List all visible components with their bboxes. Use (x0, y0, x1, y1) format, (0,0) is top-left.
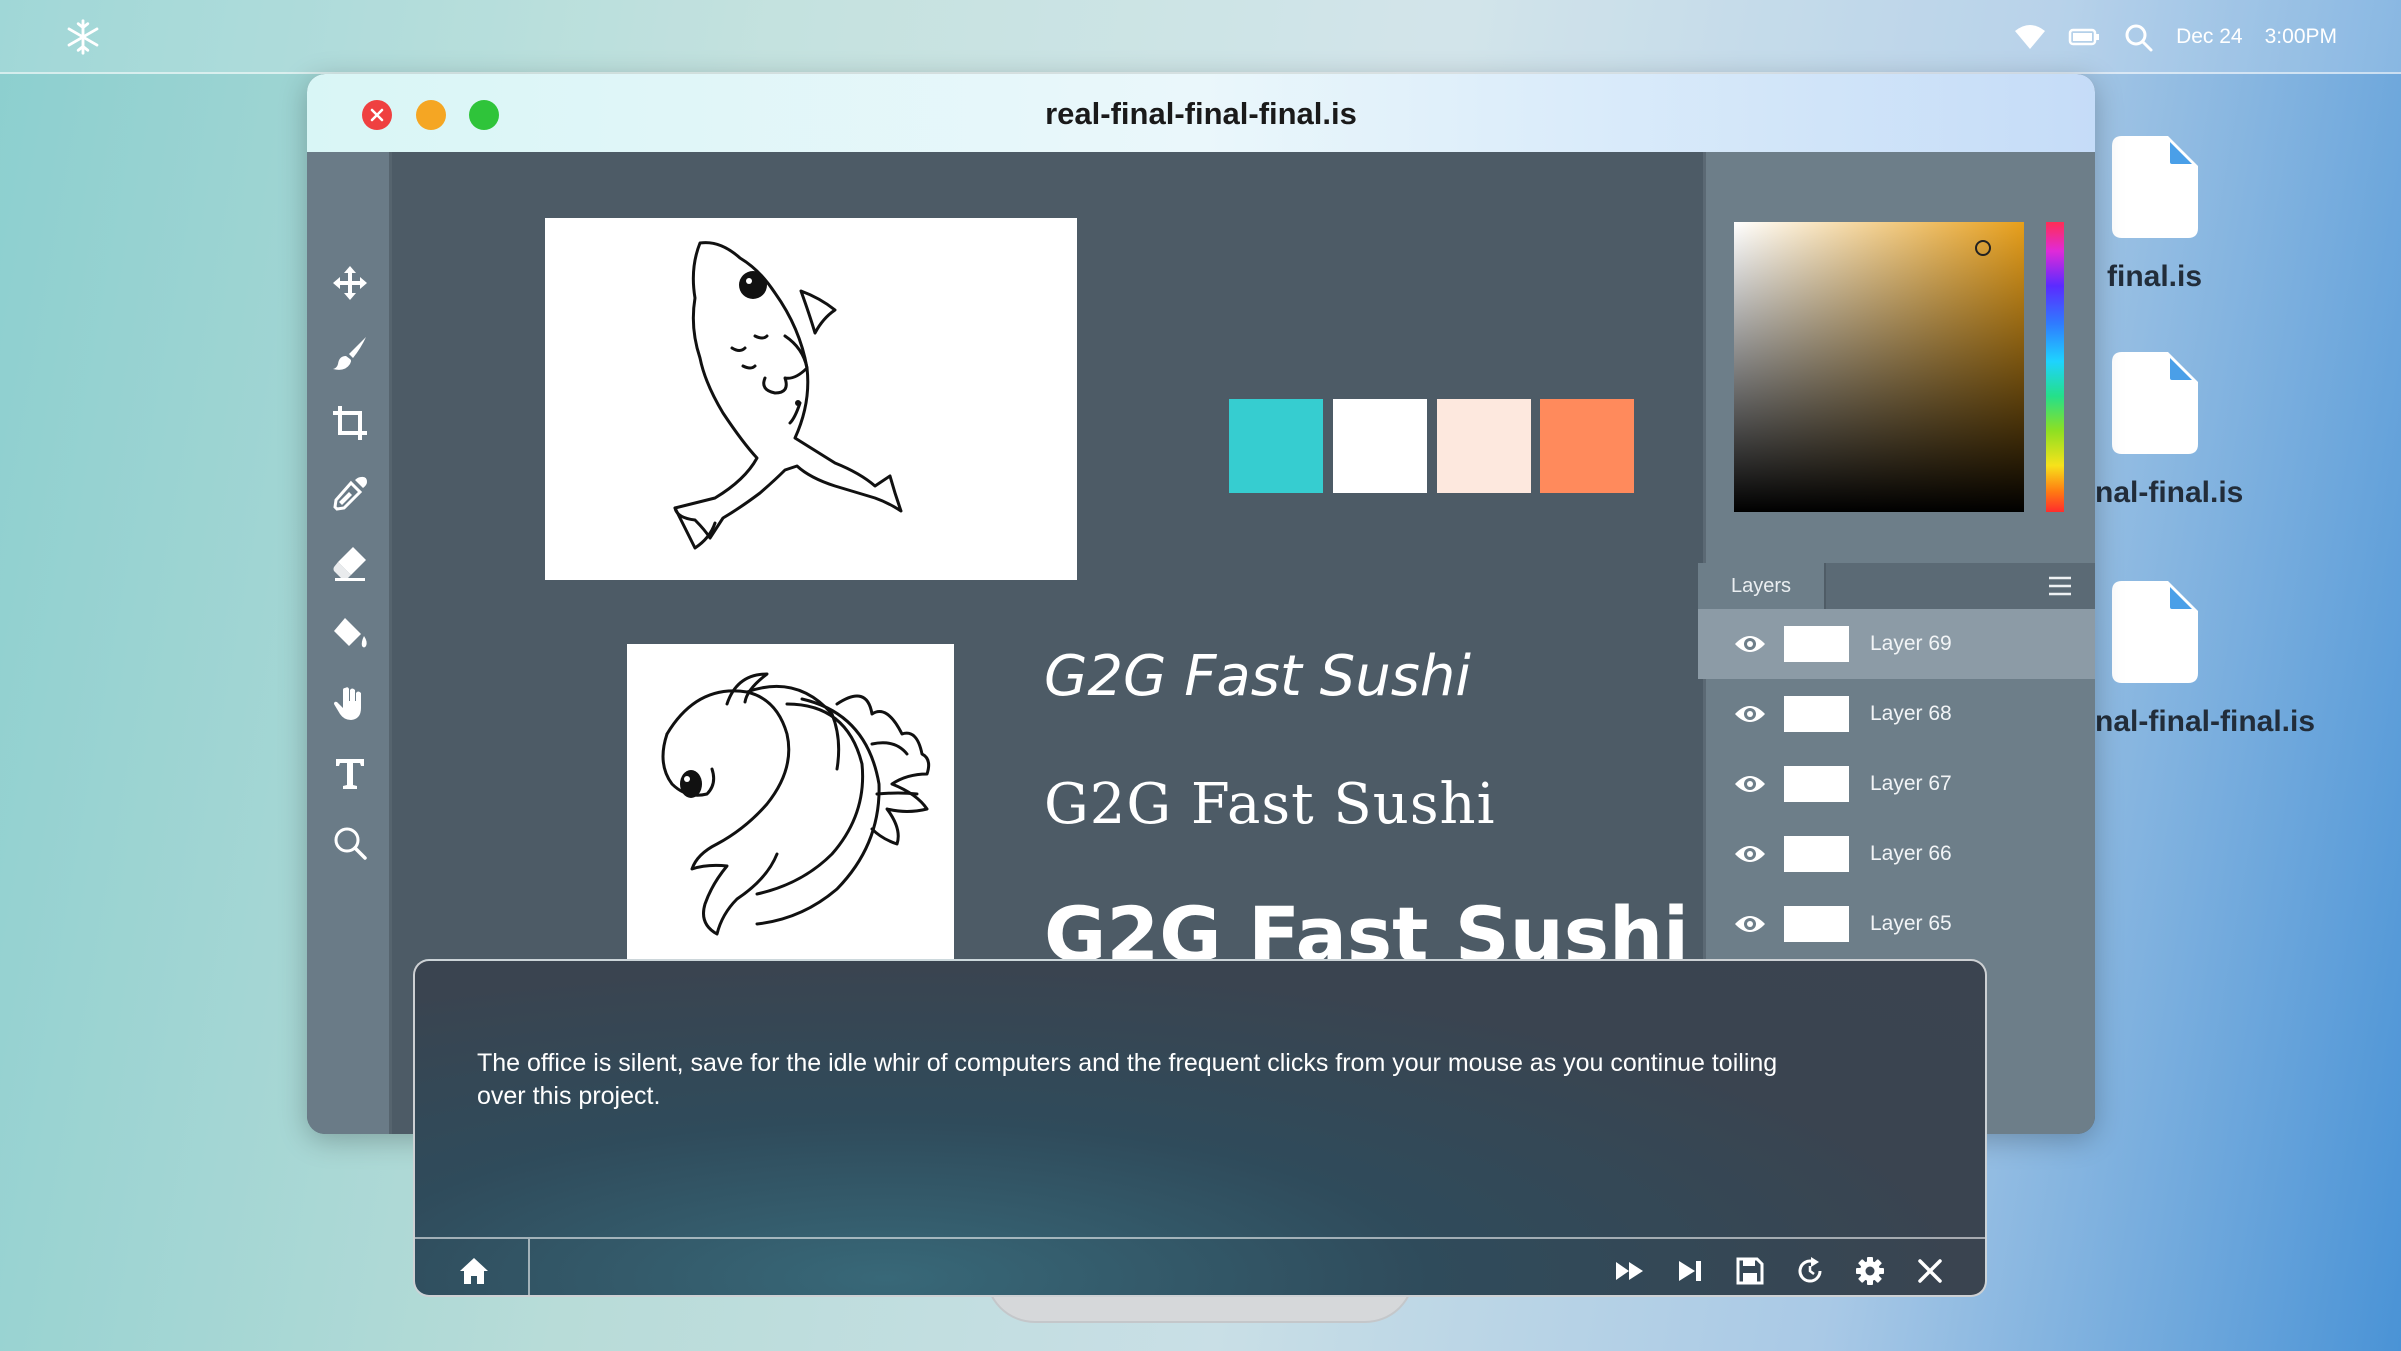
zoom-icon[interactable] (331, 824, 369, 862)
menubar: Dec 24 3:00PM (0, 0, 2401, 74)
layer-row[interactable]: Layer 69 (1698, 609, 2095, 679)
layer-name: Layer 67 (1870, 772, 1952, 795)
menubar-tray: Dec 24 3:00PM (2014, 0, 2401, 74)
fish-running-illustration (673, 241, 903, 550)
dialogue-controls (415, 1237, 1985, 1295)
text-icon[interactable] (331, 754, 369, 792)
snowflake-icon[interactable] (64, 18, 102, 56)
save-icon[interactable] (1735, 1256, 1765, 1286)
layers-tab[interactable]: Layers (1698, 563, 1826, 609)
layers-menu-icon[interactable] (2048, 574, 2072, 598)
eraser-icon[interactable] (331, 544, 369, 582)
controls-divider (528, 1239, 530, 1295)
wifi-icon[interactable] (2014, 21, 2046, 53)
document-icon (2112, 352, 2198, 454)
paint-bucket-icon[interactable] (331, 614, 369, 652)
layer-thumbnail (1784, 766, 1849, 802)
layer-name: Layer 68 (1870, 702, 1952, 725)
settings-icon[interactable] (1855, 1256, 1885, 1286)
layer-row[interactable]: Layer 67 (1698, 749, 2095, 819)
move-icon[interactable] (331, 264, 369, 302)
dialogue-box[interactable]: The office is silent, save for the idle … (413, 959, 1987, 1297)
window-title: real-final-final-final.is (1045, 96, 1357, 131)
eye-icon[interactable] (1734, 912, 1766, 936)
eye-icon[interactable] (1734, 632, 1766, 656)
layer-name: Layer 66 (1870, 842, 1952, 865)
layer-thumbnail (1784, 836, 1849, 872)
tool-palette (307, 152, 392, 1134)
home-icon[interactable] (459, 1257, 489, 1285)
battery-icon[interactable] (2068, 21, 2100, 53)
color-picker-field[interactable] (1734, 222, 2024, 512)
skip-icon[interactable] (1675, 1256, 1705, 1286)
desktop-file-label: nal-final-final.is (2095, 705, 2316, 738)
layer-name: Layer 65 (1870, 912, 1952, 935)
color-swatch-cyan[interactable] (1229, 399, 1323, 493)
hand-icon[interactable] (331, 684, 369, 722)
eye-icon[interactable] (1734, 702, 1766, 726)
crop-icon[interactable] (331, 404, 369, 442)
eye-icon[interactable] (1734, 772, 1766, 796)
document-icon (2112, 136, 2198, 238)
document-icon (2112, 581, 2198, 683)
dialogue-text: The office is silent, save for the idle … (477, 1049, 1778, 1110)
color-picker-handle[interactable] (1975, 240, 1991, 256)
layer-name: Layer 69 (1870, 632, 1952, 655)
hue-slider[interactable] (2046, 222, 2064, 512)
menubar-date: Dec 24 (2176, 25, 2243, 48)
koi-fish-illustration (661, 672, 931, 936)
layer-row[interactable]: Layer 65 (1698, 889, 2095, 959)
layer-thumbnail (1784, 696, 1849, 732)
color-swatch-orange[interactable] (1540, 399, 1634, 493)
eye-icon[interactable] (1734, 842, 1766, 866)
layer-thumbnail (1784, 906, 1849, 942)
window-titlebar[interactable]: real-final-final-final.is (307, 74, 2095, 152)
color-swatch-white[interactable] (1333, 399, 1427, 493)
desktop-file-label: nal-final.is (2095, 476, 2244, 509)
fast-forward-icon[interactable] (1615, 1256, 1645, 1286)
layer-row[interactable]: Layer 66 (1698, 819, 2095, 889)
running-fish-sketch[interactable] (545, 218, 1077, 580)
font-sample-2[interactable]: G2G Fast Sushi (1044, 772, 1496, 837)
menubar-time: 3:00PM (2264, 25, 2337, 48)
font-sample-1[interactable]: G2G Fast Sushi (1044, 644, 1471, 709)
layer-row[interactable]: Layer 68 (1698, 679, 2095, 749)
brush-icon[interactable] (331, 334, 369, 372)
reload-icon[interactable] (1795, 1256, 1825, 1286)
search-icon[interactable] (2122, 21, 2154, 53)
color-swatch-peach[interactable] (1437, 399, 1531, 493)
desktop-file-label: final.is (2107, 260, 2203, 293)
close-icon[interactable] (1915, 1256, 1945, 1286)
eyedropper-icon[interactable] (331, 474, 369, 512)
koi-fish-sketch[interactable] (627, 644, 954, 964)
layer-thumbnail (1784, 626, 1849, 662)
